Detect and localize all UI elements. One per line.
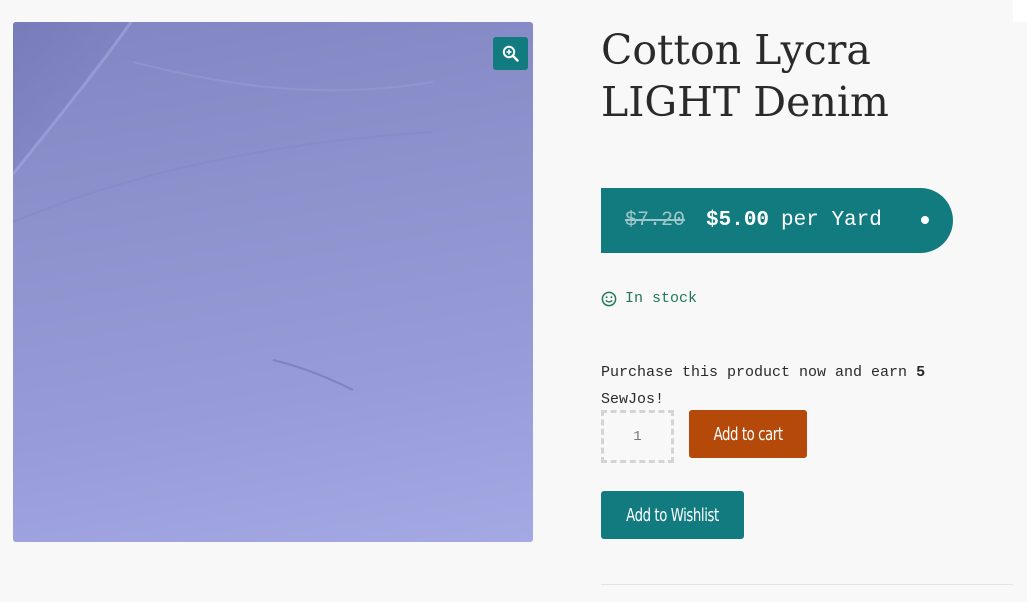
- add-to-cart-label: Add to cart: [713, 423, 783, 445]
- points-suffix: SewJos!: [601, 391, 665, 408]
- product-image[interactable]: [13, 22, 533, 542]
- price-dot-icon: [921, 216, 929, 224]
- smile-icon: [601, 291, 617, 306]
- add-to-wishlist-button[interactable]: Add to Wishlist: [601, 491, 744, 539]
- price-badge: $7.20 $5.00 per Yard: [601, 188, 953, 253]
- points-amount: 5: [916, 364, 926, 381]
- points-message: Purchase this product now and earn 5 Sew…: [601, 359, 951, 413]
- price-unit: per Yard: [781, 209, 882, 232]
- product-page: Cotton Lycra LIGHT Denim $7.20 $5.00 per…: [0, 0, 1027, 602]
- fabric-photo: [13, 22, 434, 391]
- regular-price: $7.20: [625, 209, 686, 232]
- stock-label: In stock: [625, 290, 698, 307]
- quantity-input[interactable]: 1: [601, 410, 674, 463]
- product-title: Cotton Lycra LIGHT Denim: [601, 26, 889, 126]
- zoom-in-icon: [502, 45, 519, 62]
- points-prefix: Purchase this product now and earn: [601, 364, 908, 381]
- zoom-button[interactable]: [493, 37, 528, 70]
- add-to-cart-button[interactable]: Add to cart: [689, 410, 807, 458]
- sale-price: $5.00: [706, 209, 770, 232]
- scrollbar-edge: [1013, 0, 1027, 22]
- add-to-wishlist-label: Add to Wishlist: [626, 504, 719, 526]
- stock-status: In stock: [601, 290, 697, 307]
- divider: [601, 584, 1013, 585]
